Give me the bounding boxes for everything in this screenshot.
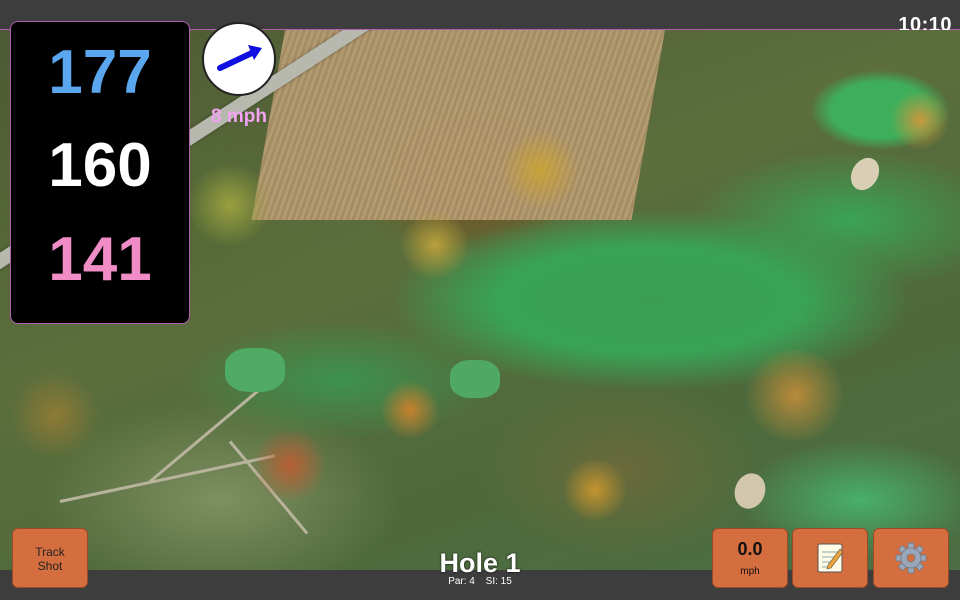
tree-cluster (740, 350, 850, 440)
cart-path (59, 454, 276, 503)
wind-direction-arrow-icon (217, 45, 262, 71)
sand-bunker (845, 152, 885, 196)
distance-panel: 177 160 141 (10, 21, 190, 324)
tee-box (225, 348, 285, 392)
speed-unit: mph (740, 566, 760, 577)
tree-cluster (890, 90, 950, 150)
gear-icon (895, 542, 927, 574)
front-distance: 141 (48, 225, 152, 294)
wind-speed: 8 mph (211, 106, 267, 127)
hole-title: Hole 1 (439, 548, 521, 578)
tree-cluster (500, 130, 580, 210)
tree-cluster (560, 460, 630, 520)
tree-cluster (10, 370, 100, 460)
tree-cluster (250, 430, 330, 500)
wind-dial (202, 22, 276, 96)
back-distance: 177 (48, 38, 152, 107)
middle-distance: 160 (48, 131, 152, 200)
speed-button[interactable]: 0.0 mph (712, 528, 788, 588)
track-shot-button[interactable]: Track Shot (12, 528, 88, 588)
settings-button[interactable] (873, 528, 949, 588)
notes-button[interactable] (792, 528, 868, 588)
tree-cluster (400, 210, 470, 280)
hole-info: Par: 4 SI: 15 (380, 576, 580, 587)
speed-value: 0.0 (737, 539, 763, 559)
tree-cluster (380, 380, 440, 440)
notepad-icon (817, 543, 844, 573)
sand-bunker (729, 468, 771, 514)
track-shot-label: Track Shot (35, 545, 65, 573)
tee-box (450, 360, 500, 398)
hole-par: Par: 4 (448, 576, 475, 587)
tree-cluster (190, 160, 270, 250)
hole-stroke-index: SI: 15 (485, 576, 512, 587)
